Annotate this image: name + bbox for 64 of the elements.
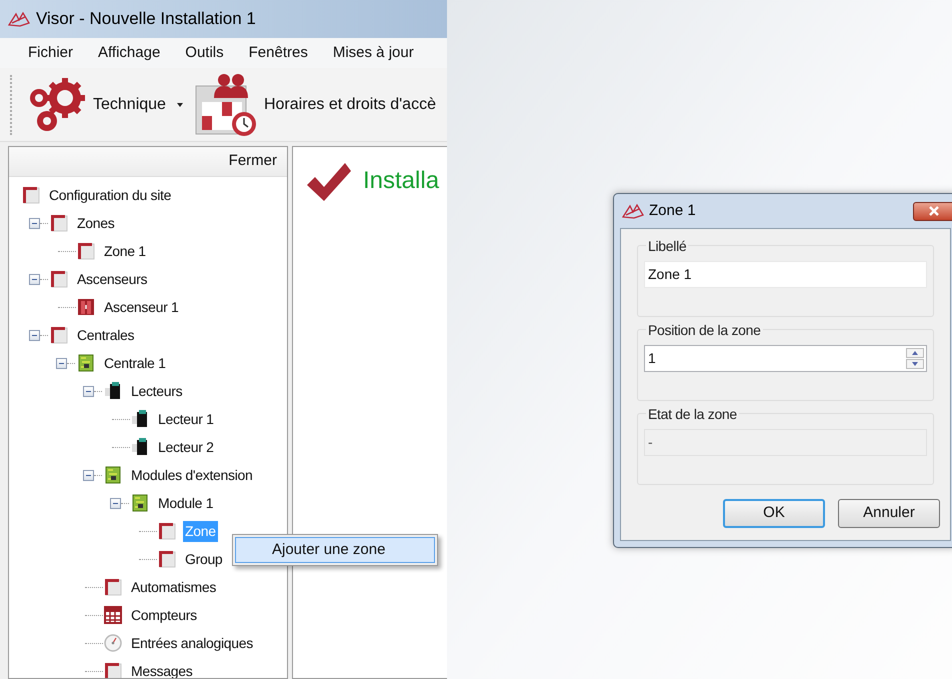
tree-item[interactable]: Lecteur 1 xyxy=(156,408,216,430)
circuit-board-icon xyxy=(103,465,123,485)
menu-item[interactable]: Affichage xyxy=(98,42,160,64)
app-logo-icon xyxy=(8,11,30,27)
folder-icon xyxy=(157,549,177,569)
tree-item[interactable]: Zones xyxy=(75,212,116,234)
tree-item[interactable]: Lecteurs xyxy=(129,380,184,402)
tree-item[interactable]: Modules d'extension xyxy=(129,464,254,486)
elevator-icon xyxy=(76,297,96,317)
tree-item[interactable]: Configuration du site xyxy=(47,184,174,206)
close-button[interactable] xyxy=(913,202,952,220)
menu-item[interactable]: Outils xyxy=(185,42,224,64)
folder-icon xyxy=(21,185,41,205)
tree-item[interactable]: Automatismes xyxy=(129,576,218,598)
tree-item[interactable]: Compteurs xyxy=(129,604,199,626)
collapse-toggle[interactable] xyxy=(29,218,40,228)
dialog-button[interactable]: OK xyxy=(723,499,825,528)
folder-icon xyxy=(103,577,123,597)
dialog-title: Zone 1 xyxy=(649,200,696,221)
status-heading: Installa xyxy=(363,166,440,196)
spin-down-icon[interactable] xyxy=(906,359,924,369)
folder-icon xyxy=(49,325,69,345)
tree-item[interactable]: Module 1 xyxy=(156,492,216,514)
card-reader-icon xyxy=(130,437,150,457)
tree-item[interactable]: Ascenseur 1 xyxy=(102,296,181,318)
folder-icon xyxy=(49,213,69,233)
folder-icon xyxy=(103,661,123,678)
tree-item[interactable]: Centrales xyxy=(75,324,136,346)
tree-item[interactable]: Ascenseurs xyxy=(75,268,150,290)
tree-item[interactable]: Entrées analogiques xyxy=(129,632,255,654)
collapse-toggle[interactable] xyxy=(56,358,67,368)
tree-item[interactable]: Centrale 1 xyxy=(102,352,168,374)
card-reader-icon xyxy=(130,409,150,429)
circuit-board-icon xyxy=(130,493,150,513)
app-logo-icon xyxy=(622,203,644,219)
folder-icon xyxy=(76,241,96,261)
checkmark-icon xyxy=(305,161,353,203)
spin-field[interactable]: 1 xyxy=(644,345,927,372)
collapse-toggle[interactable] xyxy=(83,470,94,480)
folder-icon xyxy=(157,521,177,541)
menu-item[interactable]: Fichier xyxy=(28,42,74,64)
spin-up-icon[interactable] xyxy=(906,348,924,358)
tree-item[interactable]: Group xyxy=(183,548,224,570)
circuit-board-icon xyxy=(76,353,96,373)
close-icon xyxy=(928,206,940,216)
window-title: Visor - Nouvelle Installation 1 xyxy=(36,8,256,30)
grid-icon xyxy=(103,605,123,625)
close-panel-button[interactable]: Fermer xyxy=(228,150,277,173)
collapse-toggle[interactable] xyxy=(83,386,94,396)
menu-item[interactable]: Fenêtres xyxy=(248,42,308,64)
gauge-icon xyxy=(103,633,123,653)
context-menu-item[interactable]: Ajouter une zone xyxy=(235,537,435,563)
toolbar-button[interactable]: Horaires et droits d'accè xyxy=(192,72,436,138)
dialog-button[interactable]: Annuler xyxy=(838,499,940,528)
collapse-toggle[interactable] xyxy=(110,498,121,508)
tree-item[interactable]: Zone 1 xyxy=(102,240,148,262)
card-reader-icon xyxy=(103,381,123,401)
text-field[interactable]: Zone 1 xyxy=(644,261,927,288)
collapse-toggle[interactable] xyxy=(29,330,40,340)
toolbar-dropdown[interactable]: Technique xyxy=(25,72,186,138)
menu-item[interactable]: Mises à jour xyxy=(332,42,414,64)
collapse-toggle[interactable] xyxy=(29,274,40,284)
tree-item[interactable]: Lecteur 2 xyxy=(156,436,216,458)
folder-icon xyxy=(49,269,69,289)
